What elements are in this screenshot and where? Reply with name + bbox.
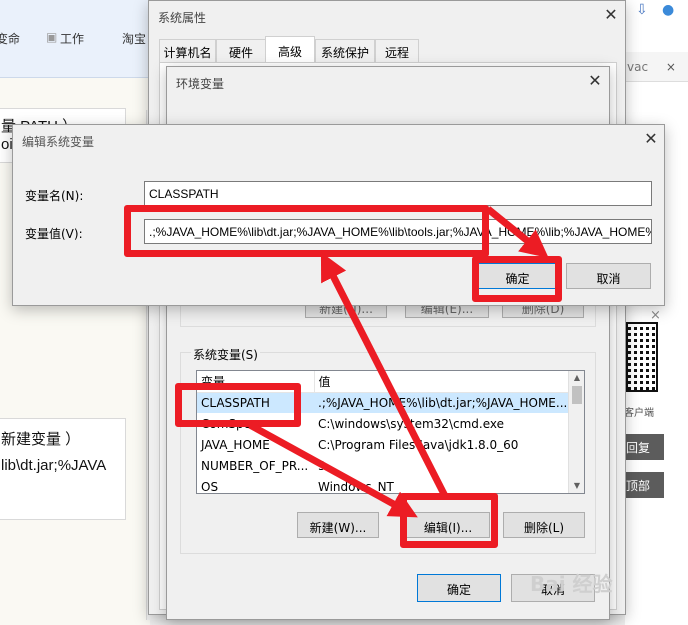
arrow-value-to-ok (485, 206, 549, 259)
arrow-edit-to-value (320, 252, 449, 498)
annotation-arrows (248, 206, 549, 518)
watermark: Bai 经验 (530, 572, 613, 596)
arrow-classpath-to-edit (248, 421, 418, 518)
